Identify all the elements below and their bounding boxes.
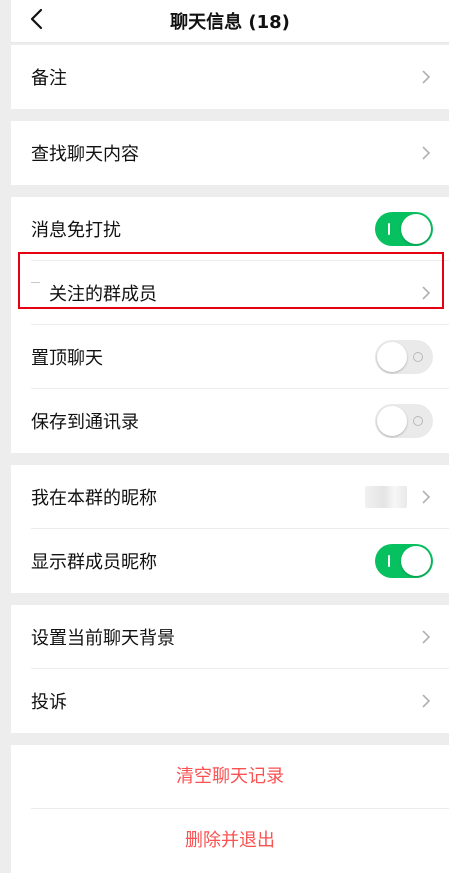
followed-members-row[interactable]: 关注的群成员 bbox=[11, 261, 449, 325]
toggle-knob bbox=[377, 342, 407, 372]
set-background-label: 设置当前聊天背景 bbox=[31, 628, 175, 649]
followed-members-label: 关注的群成员 bbox=[49, 284, 157, 305]
remark-row[interactable]: 备注 bbox=[11, 45, 449, 109]
chevron-right-icon bbox=[422, 70, 431, 84]
toggle-on-mark bbox=[388, 555, 390, 567]
mute-toggle[interactable] bbox=[375, 212, 433, 246]
save-contacts-label: 保存到通讯录 bbox=[31, 412, 139, 433]
dash-mark bbox=[31, 282, 40, 283]
section-gap bbox=[11, 185, 449, 197]
section-remark: 备注 bbox=[11, 45, 449, 109]
my-nickname-row[interactable]: 我在本群的昵称 bbox=[11, 465, 449, 529]
mute-label: 消息免打扰 bbox=[31, 220, 121, 241]
search-chat-row[interactable]: 查找聊天内容 bbox=[11, 121, 449, 185]
section-gap bbox=[11, 453, 449, 465]
report-label: 投诉 bbox=[31, 692, 67, 713]
my-nickname-label: 我在本群的昵称 bbox=[31, 488, 157, 509]
nav-bar: 聊天信息 (18) bbox=[11, 0, 449, 43]
section-nickname: 我在本群的昵称 显示群成员昵称 bbox=[11, 465, 449, 593]
section-actions: 清空聊天记录 删除并退出 bbox=[11, 745, 449, 873]
mute-row: 消息免打扰 bbox=[11, 197, 449, 261]
pin-chat-label: 置顶聊天 bbox=[31, 348, 103, 369]
pin-chat-toggle[interactable] bbox=[375, 340, 433, 374]
toggle-knob bbox=[401, 214, 431, 244]
toggle-off-mark bbox=[413, 416, 423, 426]
chevron-right-icon bbox=[422, 490, 431, 504]
chevron-right-icon bbox=[422, 146, 431, 160]
pin-chat-row: 置顶聊天 bbox=[11, 325, 449, 389]
show-nicknames-row: 显示群成员昵称 bbox=[11, 529, 449, 593]
toggle-knob bbox=[401, 546, 431, 576]
show-nicknames-toggle[interactable] bbox=[375, 544, 433, 578]
nickname-value-blurred bbox=[365, 486, 407, 508]
section-search: 查找聊天内容 bbox=[11, 121, 449, 185]
toggle-off-mark bbox=[413, 352, 423, 362]
section-gap bbox=[11, 593, 449, 605]
save-contacts-row: 保存到通讯录 bbox=[11, 389, 449, 453]
chevron-right-icon bbox=[422, 630, 431, 644]
show-nicknames-label: 显示群成员昵称 bbox=[31, 552, 157, 573]
chevron-right-icon bbox=[422, 286, 431, 300]
section-background: 设置当前聊天背景 投诉 bbox=[11, 605, 449, 733]
set-background-row[interactable]: 设置当前聊天背景 bbox=[11, 605, 449, 669]
section-gap bbox=[11, 733, 449, 745]
save-contacts-toggle[interactable] bbox=[375, 404, 433, 438]
page-title: 聊天信息 (18) bbox=[170, 12, 290, 33]
clear-history-button[interactable]: 清空聊天记录 bbox=[11, 745, 449, 809]
section-settings: 消息免打扰 关注的群成员 置顶聊天 保存到通讯录 bbox=[11, 197, 449, 453]
search-chat-label: 查找聊天内容 bbox=[31, 144, 139, 165]
report-row[interactable]: 投诉 bbox=[11, 669, 449, 733]
toggle-knob bbox=[377, 406, 407, 436]
chat-info-page: 聊天信息 (18) 备注 查找聊天内容 消息免打扰 关注的群成员 置顶聊天 保存… bbox=[11, 0, 449, 873]
delete-exit-button[interactable]: 删除并退出 bbox=[11, 809, 449, 873]
chevron-right-icon bbox=[422, 694, 431, 708]
remark-label: 备注 bbox=[31, 68, 67, 89]
toggle-on-mark bbox=[388, 223, 390, 235]
section-gap bbox=[11, 109, 449, 121]
